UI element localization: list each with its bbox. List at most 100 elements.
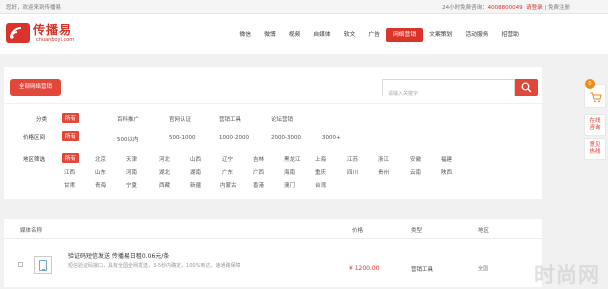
price-option-1000-2000[interactable]: 1000-2000 xyxy=(219,135,249,141)
row-description: 短信验证码接口，具有全国全网发送，3-5秒内确定，100%到达，速通路保障 xyxy=(68,263,241,269)
category-option-baike[interactable]: 百科推广 xyxy=(117,115,139,123)
price-option-500-1000[interactable]: 500-1000 xyxy=(169,135,195,141)
region-option[interactable]: 澳门 xyxy=(284,181,295,189)
search-box xyxy=(382,79,515,102)
region-option[interactable]: 吉林 xyxy=(253,155,264,163)
row-price: ¥ 1200.00 xyxy=(349,265,380,272)
logo-name-en: chuanboyi.com xyxy=(36,37,75,43)
region-option[interactable]: 宁夏 xyxy=(126,181,137,189)
price-option-2000-3000[interactable]: 2000-3000 xyxy=(271,135,301,141)
region-option[interactable]: 内蒙古 xyxy=(220,181,237,189)
header-type: 类型 xyxy=(411,228,423,234)
price-option-all[interactable]: 所有 xyxy=(62,131,80,141)
register-link[interactable]: 免费注册 xyxy=(548,5,570,11)
region-option[interactable]: 江西 xyxy=(64,168,75,176)
category-option-official-cert[interactable]: 官网认证 xyxy=(169,115,191,123)
region-option[interactable]: 浙江 xyxy=(378,155,389,163)
region-option[interactable]: 河南 xyxy=(126,168,137,176)
region-option[interactable]: 安徽 xyxy=(410,155,421,163)
region-option[interactable]: 台湾 xyxy=(315,181,326,189)
price-option-3000-plus[interactable]: 3000+ xyxy=(322,135,341,141)
nav-item-wechat[interactable]: 微信 xyxy=(233,28,258,42)
watermark-text: 时尚网 xyxy=(534,263,600,287)
region-option[interactable]: 四川 xyxy=(347,168,358,176)
media-thumbnail[interactable] xyxy=(34,256,52,274)
cart-button[interactable]: 0 xyxy=(584,79,606,108)
search-icon xyxy=(521,82,532,93)
region-option[interactable]: 山西 xyxy=(190,155,201,163)
region-option[interactable]: 甘肃 xyxy=(64,181,75,189)
category-option-forum[interactable]: 论坛营销 xyxy=(271,115,293,123)
table-header: 媒体名称 价格 类型 地区 xyxy=(4,219,542,239)
region-option[interactable]: 西藏 xyxy=(159,181,170,189)
region-option[interactable]: 天津 xyxy=(126,155,137,163)
region-option[interactable]: 河北 xyxy=(159,155,170,163)
nav-item-video[interactable]: 视频 xyxy=(282,28,307,42)
region-option[interactable]: 湖南 xyxy=(190,168,201,176)
welcome-text: 您好，欢迎来到传播易 xyxy=(6,5,62,11)
divider xyxy=(4,103,542,104)
header: 传播易 chuanboyi.com 微信 微博 视频 自媒体 软文 广告 网络营… xyxy=(0,14,608,54)
cart-icon xyxy=(590,92,602,103)
feedback-line2: 热线 xyxy=(589,149,601,155)
region-option[interactable]: 香港 xyxy=(253,181,264,189)
feedback-hotline-button[interactable]: 意见 热线 xyxy=(584,138,606,160)
online-consult-line1: 在线 xyxy=(589,118,601,124)
logo-mark-icon xyxy=(6,23,30,43)
all-network-marketing-button[interactable]: 全部网络营销 xyxy=(10,79,61,96)
region-option[interactable]: 福建 xyxy=(441,155,452,163)
region-option[interactable]: 辽宁 xyxy=(222,155,233,163)
region-option[interactable]: 海南 xyxy=(284,168,295,176)
nav-item-network-marketing[interactable]: 网络营销 xyxy=(386,28,423,42)
online-consult-line2: 咨询 xyxy=(589,125,601,131)
nav-item-events[interactable]: 活动服务 xyxy=(459,28,495,42)
search-button[interactable] xyxy=(515,79,538,96)
nav-item-weibo[interactable]: 微博 xyxy=(258,28,283,42)
price-option-under-500[interactable]: 500以内 xyxy=(117,135,139,143)
filter-panel: 全部网络营销 分类 所有 百科推广 官网认证 营销工具 论坛营销 价格区间 所有… xyxy=(4,67,542,199)
region-option[interactable]: 湖北 xyxy=(159,168,170,176)
header-region: 地区 xyxy=(478,228,490,234)
region-option[interactable]: 山东 xyxy=(95,168,106,176)
cart-count-badge: 0 xyxy=(585,79,595,89)
hotline-number[interactable]: 4008800049 xyxy=(488,5,523,11)
region-option[interactable]: 贵州 xyxy=(378,168,389,176)
region-option[interactable]: 广西 xyxy=(253,168,264,176)
region-option[interactable]: 广东 xyxy=(222,168,233,176)
region-option[interactable]: 上海 xyxy=(315,155,326,163)
region-label: 地区筛选 xyxy=(23,157,46,163)
row-title[interactable]: 验证码短信发送 传播易日租0.06元/条 xyxy=(68,251,169,260)
region-option[interactable]: 青海 xyxy=(95,181,106,189)
region-option[interactable]: 陕西 xyxy=(441,168,452,176)
nav-item-zhaoyingzhu[interactable]: 招营助 xyxy=(495,28,525,42)
nav-item-soft-article[interactable]: 软文 xyxy=(337,28,362,42)
region-option[interactable]: 黑龙江 xyxy=(284,155,301,163)
region-option[interactable]: 新疆 xyxy=(190,181,201,189)
site-logo[interactable]: 传播易 chuanboyi.com xyxy=(6,21,81,47)
row-checkbox[interactable] xyxy=(18,262,23,267)
region-option[interactable]: 重庆 xyxy=(315,168,326,176)
row-type: 营销工具 xyxy=(411,267,434,273)
price-label: 价格区间 xyxy=(23,135,46,141)
row-region: 全国 xyxy=(478,266,489,272)
nav-item-self-media[interactable]: 自媒体 xyxy=(307,28,337,42)
topbar-sep: | xyxy=(544,5,547,11)
feedback-line1: 意见 xyxy=(589,142,601,148)
region-option[interactable]: 北京 xyxy=(95,155,106,163)
header-price: 价格 xyxy=(352,228,364,234)
category-option-all[interactable]: 所有 xyxy=(62,113,80,123)
region-option[interactable]: 江苏 xyxy=(347,155,358,163)
region-option-all[interactable]: 所有 xyxy=(62,153,80,163)
nav-item-copywriting[interactable]: 文案策划 xyxy=(423,28,459,42)
category-option-marketing-tools[interactable]: 营销工具 xyxy=(219,115,241,123)
category-label: 分类 xyxy=(36,117,48,123)
hotline-label: 24小时免费咨询： xyxy=(442,5,488,11)
top-bar: 您好，欢迎来到传播易 24小时免费咨询：4008800049 请登录 | 免费注… xyxy=(0,0,608,14)
media-table: 媒体名称 价格 类型 地区 验证码短信发送 传播易日租0.06元/条 短信验证码… xyxy=(4,219,542,287)
login-link[interactable]: 请登录 xyxy=(526,5,543,11)
logo-name-cn: 传播易 xyxy=(33,23,73,37)
online-consult-button[interactable]: 在线 咨询 xyxy=(584,114,606,136)
region-option[interactable]: 云南 xyxy=(410,168,421,176)
nav-item-ads[interactable]: 广告 xyxy=(362,28,387,42)
search-input[interactable] xyxy=(383,86,514,102)
